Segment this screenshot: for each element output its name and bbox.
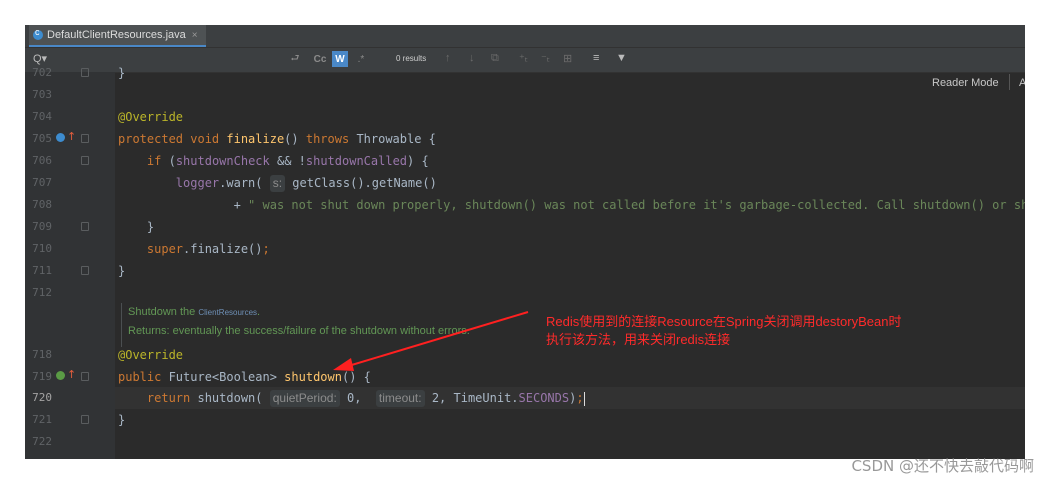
close-icon[interactable]: ×: [192, 30, 198, 41]
csdn-watermark: CSDN @还不快去敲代码啊: [851, 457, 1034, 475]
text-caret: [583, 391, 585, 406]
code-line: 709 }: [25, 216, 1025, 238]
line-number: 719: [32, 370, 52, 383]
line-number: 703: [32, 88, 52, 101]
code-line: 705 ↑ protected void finalize() throws T…: [25, 128, 1025, 150]
code-line: 704 @Override: [25, 106, 1025, 128]
line-number: 722: [32, 435, 52, 448]
fold-icon[interactable]: [81, 415, 89, 424]
code-line-current: 720 return shutdown( quietPeriod: 0, tim…: [25, 387, 1025, 409]
line-number: 720: [32, 391, 52, 404]
code-text: @Override: [118, 110, 184, 124]
code-line: 708 + " was not shut down properly, shut…: [25, 194, 1025, 216]
code-text: public Future<Boolean> shutdown() {: [118, 370, 371, 384]
implementation-arrow-icon[interactable]: ↑: [67, 130, 76, 143]
line-number: 718: [32, 348, 52, 361]
fold-icon[interactable]: [81, 68, 89, 77]
line-number: 705: [32, 132, 52, 145]
line-number: 707: [32, 176, 52, 189]
code-line: 703: [25, 84, 1025, 106]
implementation-arrow-icon[interactable]: ↑: [67, 368, 76, 381]
doc-period: .: [257, 306, 261, 318]
annotation-line-2: 执行该方法，用来关闭redis连接: [546, 332, 731, 347]
code-text: @Override: [118, 348, 184, 362]
tab-label: DefaultClientResources.java: [47, 29, 186, 41]
code-line: 712: [25, 282, 1025, 304]
code-text: return shutdown( quietPeriod: 0, timeout…: [146, 390, 585, 407]
code-line: 721 }: [25, 409, 1025, 431]
code-text: if (shutdownCheck && !shutdownCalled) {: [146, 154, 429, 168]
line-number: 709: [32, 220, 52, 233]
code-line: 722: [25, 431, 1025, 453]
annotation-line-1: Redis使用到的连接Resource在Spring关闭调用destoryBea…: [546, 314, 902, 329]
line-number: 712: [32, 286, 52, 299]
fold-icon[interactable]: [81, 134, 89, 143]
ide-window: DefaultClientResources.java × Q▾ ⮐ Cc W …: [25, 25, 1025, 459]
code-line: 707 logger.warn( s: getClass().getName(): [25, 172, 1025, 194]
line-number: 711: [32, 264, 52, 277]
editor-tab-bar: DefaultClientResources.java ×: [25, 25, 1025, 48]
code-line: 710 super.finalize();: [25, 238, 1025, 260]
code-text: }: [118, 413, 126, 427]
code-line: 711 }: [25, 260, 1025, 282]
line-number: 706: [32, 154, 52, 167]
line-number: 704: [32, 110, 52, 123]
fold-icon[interactable]: [81, 222, 89, 231]
line-number: 710: [32, 242, 52, 255]
code-text: protected void finalize() throws Throwab…: [118, 132, 436, 146]
doc-class-link[interactable]: ClientResources: [198, 308, 257, 317]
doc-summary: Shutdown the: [128, 306, 199, 318]
line-number: 721: [32, 413, 52, 426]
java-class-icon: [33, 27, 43, 40]
annotation-note: Redis使用到的连接Resource在Spring关闭调用destoryBea…: [546, 313, 946, 349]
tab-default-client-resources[interactable]: DefaultClientResources.java ×: [29, 25, 206, 47]
code-line: 706 if (shutdownCheck && !shutdownCalled…: [25, 150, 1025, 172]
code-text: }: [118, 264, 126, 278]
code-text: + " was not shut down properly, shutdown…: [118, 198, 1025, 212]
line-number: 708: [32, 198, 52, 211]
code-text: }: [118, 220, 155, 234]
code-line: 702 }: [25, 62, 1025, 84]
fold-icon[interactable]: [81, 372, 89, 381]
code-text: }: [118, 66, 126, 80]
override-marker-icon[interactable]: [56, 133, 65, 142]
code-text: logger.warn( s: getClass().getName(): [175, 175, 437, 192]
fold-icon[interactable]: [81, 156, 89, 165]
fold-icon[interactable]: [81, 266, 89, 275]
implements-marker-icon[interactable]: [56, 371, 65, 380]
code-text: super.finalize();: [146, 242, 270, 256]
line-number: 702: [32, 66, 52, 79]
code-line: 719 ↑ public Future<Boolean> shutdown() …: [25, 366, 1025, 388]
